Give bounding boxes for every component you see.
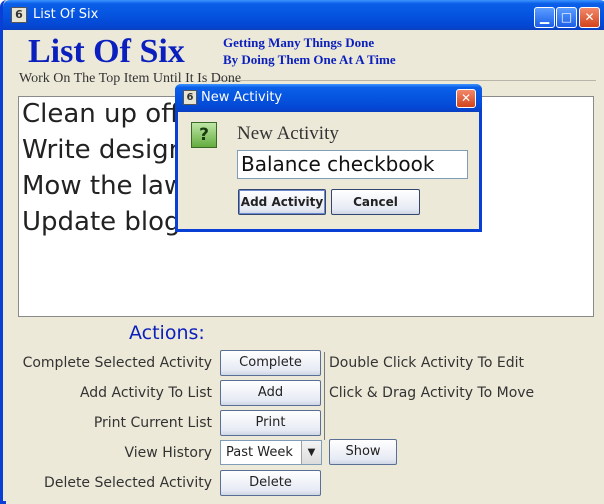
add-label: Add Activity To List <box>79 385 212 401</box>
tagline-line2: By Doing Them One At A Time <box>223 52 396 67</box>
window-title: List Of Six <box>33 7 99 22</box>
history-select[interactable]: Past Week ▼ <box>220 440 322 465</box>
list-item[interactable]: Update blog <box>22 207 181 237</box>
new-activity-dialog: 6 New Activity ✕ ? New Activity Balance … <box>175 84 482 232</box>
history-selected-value: Past Week <box>226 445 293 460</box>
chevron-down-icon[interactable]: ▼ <box>301 441 321 464</box>
add-button[interactable]: Add <box>220 380 321 406</box>
dialog-title-bar[interactable]: 6 New Activity ✕ <box>175 84 482 112</box>
new-activity-input[interactable]: Balance checkbook <box>237 150 468 179</box>
hint-move: Click & Drag Activity To Move <box>329 385 535 401</box>
print-button[interactable]: Print <box>220 410 321 436</box>
dialog-app-icon: 6 <box>183 90 197 105</box>
main-window: 6 List Of Six ▁ □ ✕ List Of Six Getting … <box>0 0 604 504</box>
complete-button[interactable]: Complete <box>220 350 321 376</box>
maximize-button[interactable]: □ <box>556 7 577 28</box>
brand-title: List Of Six <box>28 33 185 70</box>
actions-heading: Actions: <box>129 322 205 344</box>
dialog-label: New Activity <box>237 123 339 144</box>
list-item[interactable]: Write design <box>22 135 185 165</box>
tagline: Getting Many Things Done By Doing Them O… <box>223 34 396 68</box>
show-button[interactable]: Show <box>329 439 397 465</box>
app-icon: 6 <box>11 7 27 23</box>
dialog-title: New Activity <box>201 90 283 105</box>
hint-edit: Double Click Activity To Edit <box>329 355 524 371</box>
question-icon: ? <box>191 122 217 148</box>
history-label: View History <box>124 445 212 461</box>
complete-label: Complete Selected Activity <box>22 355 212 371</box>
add-activity-button[interactable]: Add Activity <box>238 189 326 215</box>
print-label: Print Current List <box>93 415 212 431</box>
delete-label: Delete Selected Activity <box>44 475 212 491</box>
delete-button[interactable]: Delete <box>220 470 321 496</box>
actions-divider <box>324 352 325 440</box>
title-bar[interactable]: 6 List Of Six ▁ □ ✕ <box>3 0 604 30</box>
cancel-button[interactable]: Cancel <box>331 189 420 215</box>
close-button[interactable]: ✕ <box>579 7 600 28</box>
header-divider <box>214 80 596 81</box>
minimize-button[interactable]: ▁ <box>534 7 555 28</box>
tagline-line1: Getting Many Things Done <box>223 35 375 50</box>
dialog-close-button[interactable]: ✕ <box>456 89 476 108</box>
